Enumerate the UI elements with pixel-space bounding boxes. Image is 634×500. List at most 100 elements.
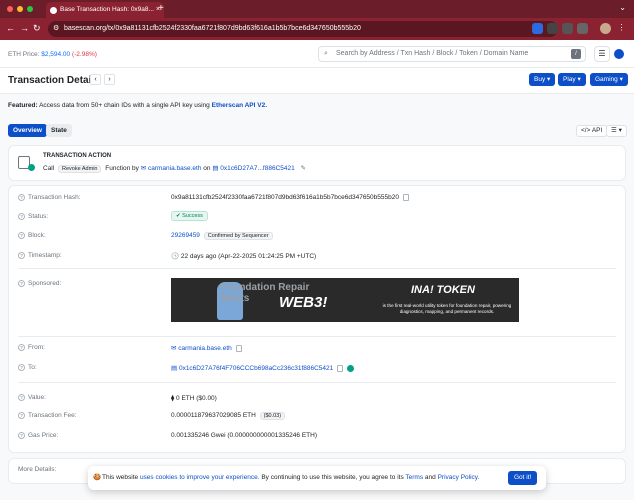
ad-token: INA! TOKEN: [411, 284, 475, 296]
extension-icon[interactable]: [562, 23, 573, 34]
back-button[interactable]: ←: [6, 23, 15, 33]
minimize-window-button[interactable]: [17, 6, 23, 12]
terms-link[interactable]: Terms: [405, 474, 423, 481]
cookie-text: and: [424, 474, 436, 481]
verified-check-icon: [347, 364, 355, 372]
forward-button[interactable]: →: [20, 23, 29, 33]
block-value: 29269459 Confirmed by Sequencer: [171, 232, 275, 240]
prev-tx-button[interactable]: ‹: [90, 74, 101, 85]
fee-row-label: ? Transaction Fee:: [18, 412, 77, 419]
help-icon[interactable]: ?: [18, 252, 25, 259]
status-badge: ✔ Success: [171, 211, 208, 221]
cookie-text: This website: [102, 474, 139, 481]
from-value: ✉ carmania.base.eth: [171, 344, 242, 352]
to-row-label: ? To:: [18, 364, 37, 371]
tab-state[interactable]: State: [46, 124, 72, 137]
help-icon[interactable]: ?: [18, 364, 25, 371]
transaction-action-card: [8, 145, 626, 181]
timestamp-row-label: ? Timestamp:: [18, 252, 62, 259]
cookie-banner: 🍪 This website uses cookies to improve y…: [88, 466, 546, 490]
function-by-address[interactable]: ✉ carmania.base.eth: [141, 165, 202, 172]
eth-price: ETH Price: $2,594.00 (-2.98%): [8, 51, 97, 58]
help-icon[interactable]: ?: [18, 394, 25, 401]
help-icon[interactable]: ?: [18, 213, 25, 220]
cookie-policy-link[interactable]: uses cookies to improve your experience.: [140, 474, 260, 481]
featured-api-link[interactable]: Etherscan API V2.: [212, 102, 267, 109]
browser-menu-icon[interactable]: ⋮: [616, 23, 627, 34]
block-label: Block:: [28, 232, 46, 240]
edit-icon[interactable]: ✎: [301, 165, 306, 172]
site-info-icon[interactable]: ⚙: [53, 21, 59, 37]
help-icon[interactable]: ?: [18, 280, 25, 287]
tx-hash-value: 0x9a81131cfb2524f2330faa6721f807d9bd63f6…: [171, 194, 409, 201]
profile-avatar[interactable]: [600, 23, 611, 34]
url-bar[interactable]: ⚙ basescan.org/tx/0x9a81131cfb2524f2330f…: [48, 21, 558, 37]
help-icon[interactable]: ?: [18, 432, 25, 439]
maximize-window-button[interactable]: [27, 6, 33, 12]
ad-tagline: is the first real-world utility token fo…: [382, 303, 512, 314]
to-link[interactable]: ▤ 0x1c6D27A76f4F706CCCb698aCc236c31f886C…: [171, 365, 333, 372]
help-icon[interactable]: ?: [18, 232, 25, 239]
sponsored-ad-banner[interactable]: Foundation Repair Meets WEB3! INA! TOKEN …: [171, 278, 519, 322]
featured-banner: Featured: Access data from 50+ chain IDs…: [8, 102, 267, 109]
active-tab[interactable]: Base Transaction Hash: 0x9a8... ×: [46, 2, 164, 18]
transaction-action-label: TRANSACTION ACTION: [43, 153, 112, 159]
theme-menu-button[interactable]: ☰: [594, 46, 610, 62]
got-it-button[interactable]: Got it!: [508, 471, 538, 485]
call-label: Call: [43, 165, 55, 172]
confirmed-badge: Confirmed by Sequencer: [203, 232, 273, 240]
gas-value: 0.001335246 Gwei (0.000000000001335246 E…: [171, 432, 318, 439]
transaction-action-row: Call Revoke Admin Function by ✉ carmania…: [43, 164, 306, 173]
copy-icon[interactable]: [402, 194, 409, 201]
from-link[interactable]: ✉ carmania.base.eth: [171, 345, 232, 352]
contract-link[interactable]: ▤ 0x1c6D27A7...f886C5421: [212, 165, 294, 172]
reload-button[interactable]: ↻: [33, 23, 41, 34]
gaming-button[interactable]: Gaming ▾: [590, 73, 628, 86]
function-by-name: carmania.base.eth: [147, 165, 202, 172]
tx-hash-row-label: ? Transaction Hash:: [18, 194, 81, 201]
api-button[interactable]: </> API: [576, 125, 608, 137]
copy-icon[interactable]: [337, 364, 344, 372]
timestamp-value: 🕓 22 days ago (Apr-22-2025 01:24:25 PM +…: [171, 253, 317, 260]
cookie-icon: 🍪: [93, 474, 102, 481]
ad-line2: Meets: [221, 293, 250, 304]
next-tx-button[interactable]: ›: [104, 74, 115, 85]
to-label: To:: [28, 364, 37, 372]
help-icon[interactable]: ?: [18, 194, 25, 201]
from-address: carmania.base.eth: [178, 345, 232, 352]
status-label: Status:: [28, 213, 49, 221]
status-row-label: ? Status:: [18, 213, 48, 220]
to-value: ▤ 0x1c6D27A76f4F706CCCb698aCc236c31f886C…: [171, 364, 355, 372]
divider: [18, 382, 616, 383]
more-details-label[interactable]: More Details:: [18, 466, 56, 473]
eth-price-change: (-2.98%): [71, 51, 97, 58]
help-icon[interactable]: ?: [18, 344, 25, 351]
on-label: on: [203, 165, 211, 172]
tab-overview[interactable]: Overview: [8, 124, 47, 137]
fee-eth: 0.000011879637029085 ETH: [171, 412, 256, 419]
extension-icon[interactable]: [532, 23, 543, 34]
help-icon[interactable]: ?: [18, 412, 25, 419]
new-tab-button[interactable]: +: [158, 3, 164, 14]
extensions-puzzle-icon[interactable]: [577, 23, 588, 34]
block-link[interactable]: 29269459: [171, 232, 200, 239]
close-window-button[interactable]: [7, 6, 13, 12]
search-input[interactable]: ⌕ Search by Address / Txn Hash / Block /…: [318, 46, 586, 62]
function-by-label: Function by: [105, 165, 139, 172]
timestamp-label: Timestamp:: [28, 252, 62, 260]
method-badge: Revoke Admin: [58, 165, 102, 173]
sponsored-label: Sponsored:: [28, 280, 62, 288]
network-icon[interactable]: [614, 49, 624, 59]
copy-icon[interactable]: [235, 344, 242, 352]
view-options-button[interactable]: ☰ ▾: [606, 125, 627, 137]
block-row-label: ? Block:: [18, 232, 46, 239]
play-button[interactable]: Play ▾: [558, 73, 586, 86]
extension-icon[interactable]: [547, 23, 558, 34]
sponsored-row-label: ? Sponsored:: [18, 280, 61, 287]
buy-button[interactable]: Buy ▾: [529, 73, 556, 86]
tab-list-chevron-icon[interactable]: ⌄: [619, 3, 626, 12]
divider: [18, 268, 616, 269]
privacy-link[interactable]: Privacy Policy.: [438, 474, 480, 481]
eth-price-value[interactable]: $2,594.00: [41, 51, 70, 58]
status-value: ✔ Success: [171, 211, 208, 221]
